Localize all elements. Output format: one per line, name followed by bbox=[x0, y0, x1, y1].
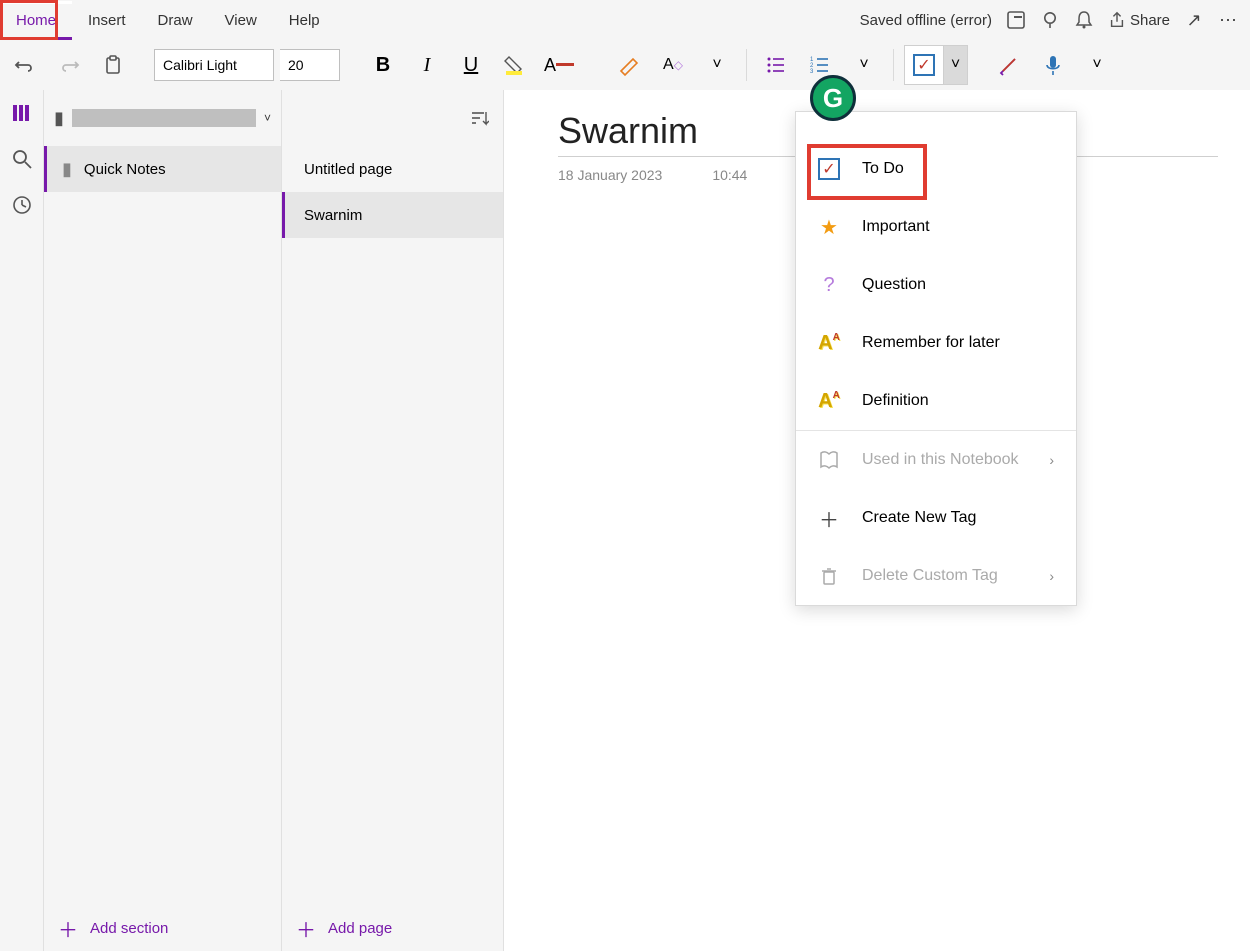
font-color-button[interactable]: A bbox=[540, 46, 578, 84]
tag-item-delete: Delete Custom Tag › bbox=[796, 547, 1076, 605]
lightbulb-icon[interactable] bbox=[1040, 10, 1060, 30]
undo-button[interactable] bbox=[6, 46, 44, 84]
pages-header bbox=[282, 90, 503, 146]
tag-label: Question bbox=[862, 276, 926, 294]
page-time: 10:44 bbox=[712, 167, 747, 183]
tag-label: To Do bbox=[862, 160, 904, 178]
font-size-input[interactable] bbox=[280, 49, 340, 81]
separator bbox=[746, 49, 747, 81]
tag-item-todo[interactable]: ✓ To Do bbox=[796, 140, 1076, 198]
search-icon[interactable] bbox=[11, 148, 33, 170]
dictate-dropdown[interactable]: ˅ bbox=[1078, 46, 1116, 84]
font-name-input[interactable] bbox=[154, 49, 274, 81]
tag-item-used: Used in this Notebook › bbox=[796, 431, 1076, 489]
plus-icon: ＋ bbox=[58, 914, 78, 943]
tag-label: Remember for later bbox=[862, 334, 1000, 352]
styles-dropdown[interactable]: ˅ bbox=[698, 46, 736, 84]
redo-button[interactable] bbox=[50, 46, 88, 84]
recent-icon[interactable] bbox=[11, 194, 33, 216]
section-icon: ▮ bbox=[62, 159, 72, 180]
section-quick-notes[interactable]: ▮ Quick Notes bbox=[44, 146, 281, 192]
tab-view[interactable]: View bbox=[209, 4, 273, 37]
tag-item-question[interactable]: ? Question bbox=[796, 256, 1076, 314]
left-rail bbox=[0, 90, 44, 951]
clipboard-button[interactable] bbox=[94, 46, 132, 84]
tag-label: Delete Custom Tag bbox=[862, 567, 998, 585]
notebooks-icon[interactable] bbox=[11, 102, 33, 124]
ink-button[interactable] bbox=[990, 46, 1028, 84]
share-button[interactable]: Share bbox=[1108, 11, 1170, 29]
menu-right: Saved offline (error) Share ↗ ⋯ bbox=[860, 0, 1250, 40]
tag-dropdown-button[interactable]: ˅ bbox=[943, 46, 967, 84]
tab-insert[interactable]: Insert bbox=[72, 4, 142, 37]
bell-icon[interactable] bbox=[1074, 10, 1094, 30]
tab-home[interactable]: Home bbox=[0, 1, 72, 40]
add-section-button[interactable]: ＋ Add section bbox=[44, 905, 281, 951]
page-item-untitled[interactable]: Untitled page bbox=[282, 146, 503, 192]
tag-item-important[interactable]: ★ Important bbox=[796, 198, 1076, 256]
tag-todo-icon: ✓ bbox=[905, 46, 943, 84]
chevron-down-icon: ˅ bbox=[264, 111, 271, 125]
plus-icon: ＋ bbox=[818, 504, 840, 533]
plus-icon: ＋ bbox=[296, 914, 316, 943]
section-label: Quick Notes bbox=[84, 161, 166, 178]
ribbon: B I U A A◇ ˅ 123 ˅ ✓ ˅ ˅ bbox=[0, 40, 1250, 90]
bold-button[interactable]: B bbox=[364, 46, 402, 84]
add-page-button[interactable]: ＋ Add page bbox=[282, 905, 503, 951]
star-icon: ★ bbox=[818, 215, 840, 240]
styles-button[interactable]: A◇ bbox=[654, 46, 692, 84]
grammarly-icon[interactable]: G bbox=[810, 75, 856, 121]
save-status: Saved offline (error) bbox=[860, 12, 992, 29]
underline-button[interactable]: U bbox=[452, 46, 490, 84]
bullet-list-button[interactable] bbox=[757, 46, 795, 84]
pages-panel: Untitled page Swarnim ＋ Add page bbox=[282, 90, 504, 951]
todo-icon: ✓ bbox=[818, 158, 840, 180]
page-item-swarnim[interactable]: Swarnim bbox=[282, 192, 503, 238]
menu-bar: Home Insert Draw View Help Saved offline… bbox=[0, 0, 1250, 40]
svg-text:3: 3 bbox=[810, 69, 814, 75]
add-page-label: Add page bbox=[328, 920, 392, 937]
list-dropdown[interactable]: ˅ bbox=[845, 46, 883, 84]
tag-item-definition[interactable]: AA Definition bbox=[796, 372, 1076, 430]
highlight-button[interactable] bbox=[496, 46, 534, 84]
clear-format-button[interactable] bbox=[610, 46, 648, 84]
add-section-label: Add section bbox=[90, 920, 168, 937]
tag-button[interactable]: ✓ ˅ bbox=[904, 45, 968, 85]
book-icon bbox=[818, 449, 840, 471]
share-icon bbox=[1108, 11, 1126, 29]
definition-icon: AA bbox=[818, 390, 840, 413]
italic-button[interactable]: I bbox=[408, 46, 446, 84]
tag-label: Definition bbox=[862, 392, 929, 410]
trash-icon bbox=[818, 566, 840, 586]
dictate-button[interactable] bbox=[1034, 46, 1072, 84]
tag-item-create[interactable]: ＋ Create New Tag bbox=[796, 489, 1076, 547]
chevron-right-icon: › bbox=[1049, 568, 1054, 584]
question-icon: ? bbox=[818, 274, 840, 297]
sort-icon[interactable] bbox=[469, 108, 489, 128]
feed-icon[interactable] bbox=[1006, 10, 1026, 30]
separator bbox=[893, 49, 894, 81]
notebook-icon: ▮ bbox=[54, 108, 64, 129]
tab-draw[interactable]: Draw bbox=[142, 4, 209, 37]
more-icon[interactable]: ⋯ bbox=[1218, 10, 1238, 30]
tags-dropdown: Tags ✓ To Do ★ Important ? Question AA R… bbox=[795, 111, 1077, 606]
remember-icon: AA bbox=[818, 332, 840, 355]
sections-panel: ▮ ˅ ▮ Quick Notes ＋ Add section bbox=[44, 90, 282, 951]
tag-item-remember[interactable]: AA Remember for later bbox=[796, 314, 1076, 372]
tag-label: Used in this Notebook bbox=[862, 451, 1019, 469]
chevron-right-icon: › bbox=[1049, 452, 1054, 468]
notebook-selector[interactable]: ▮ ˅ bbox=[44, 90, 281, 146]
tag-label: Create New Tag bbox=[862, 509, 976, 527]
share-label: Share bbox=[1130, 12, 1170, 29]
tab-help[interactable]: Help bbox=[273, 4, 336, 37]
notebook-name bbox=[72, 109, 256, 127]
page-date: 18 January 2023 bbox=[558, 167, 662, 183]
fullscreen-icon[interactable]: ↗ bbox=[1184, 10, 1204, 30]
tag-label: Important bbox=[862, 218, 930, 236]
